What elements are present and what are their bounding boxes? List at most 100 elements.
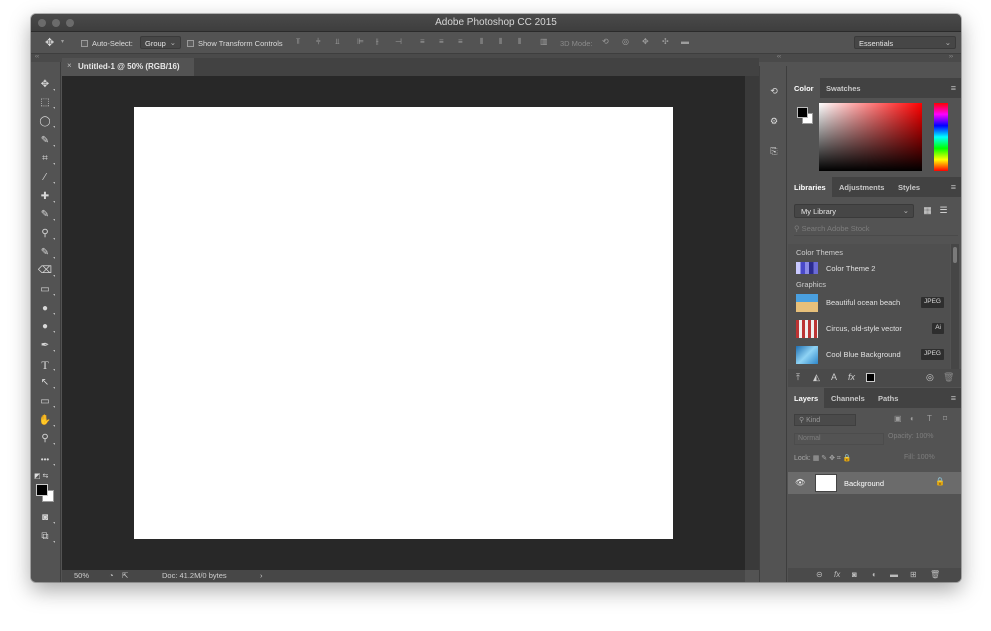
grid-view-icon[interactable]: ▦ xyxy=(922,205,933,216)
link-layers-icon[interactable]: ⊝ xyxy=(816,570,823,579)
blend-mode-dropdown[interactable]: Normal xyxy=(794,433,884,445)
marquee-tool-icon[interactable]: ⬚ xyxy=(37,96,55,110)
fill-field[interactable]: Fill: 100% xyxy=(904,454,935,461)
lock-transparent-icon[interactable]: ▦ xyxy=(813,455,820,462)
screen-mode-icon[interactable]: ⧉ xyxy=(37,530,55,544)
status-info-icon[interactable]: ◔ xyxy=(109,571,114,580)
collapse-panels-icon[interactable]: ›› xyxy=(949,54,953,60)
align-hcenter-icon[interactable]: ⫲ xyxy=(376,37,379,47)
zoom-tool-icon[interactable]: ⚲ xyxy=(37,432,55,446)
adjustment-layer-icon[interactable]: ◐ xyxy=(872,570,877,579)
add-layer-style-icon[interactable]: fx xyxy=(848,372,855,382)
path-selection-tool-icon[interactable]: ↖ xyxy=(37,376,55,390)
history-brush-tool-icon[interactable]: ✎ xyxy=(37,246,55,260)
layer-row[interactable]: 👁 Background 🔒 xyxy=(788,472,961,494)
distribute-bottom-icon[interactable]: ≡ xyxy=(458,37,463,46)
delete-layer-icon[interactable]: 🗑 xyxy=(930,570,940,579)
align-left-icon[interactable]: ⊫ xyxy=(357,37,364,46)
lock-artboard-icon[interactable]: ⌗ xyxy=(837,455,841,462)
eraser-tool-icon[interactable]: ⌫ xyxy=(37,264,55,278)
character-panel-icon[interactable]: ⎘ xyxy=(767,146,781,160)
stock-search-input[interactable]: ⚲ Search Adobe Stock xyxy=(794,224,958,236)
collapse-toolbar-icon[interactable]: ‹‹ xyxy=(35,54,39,60)
upload-icon[interactable]: ⤒ xyxy=(796,372,800,383)
creative-cloud-icon[interactable]: ◎ xyxy=(926,372,934,383)
clone-stamp-tool-icon[interactable]: ⚲ xyxy=(37,227,55,241)
3d-scale-icon[interactable]: ▬ xyxy=(681,37,689,46)
add-color-icon[interactable] xyxy=(866,373,875,382)
document-canvas[interactable] xyxy=(134,107,673,539)
distribute-vcenter-icon[interactable]: ≡ xyxy=(439,37,444,46)
list-item[interactable]: Color Theme 2 xyxy=(788,258,950,280)
tab-layers[interactable]: Layers xyxy=(788,388,825,408)
tab-adjustments[interactable]: Adjustments xyxy=(833,177,890,197)
default-colors-icon[interactable]: ◩ ⇆ xyxy=(34,472,48,480)
filter-type-icon[interactable]: T xyxy=(927,414,932,423)
edit-toolbar-icon[interactable]: ••• xyxy=(37,453,55,467)
properties-panel-icon[interactable]: ⚙ xyxy=(767,116,781,130)
filter-adjustment-icon[interactable]: ◐ xyxy=(910,414,915,423)
new-group-icon[interactable]: ▬ xyxy=(890,570,898,579)
3d-roll-icon[interactable]: ◎ xyxy=(622,37,629,46)
auto-select-target-dropdown[interactable]: Group ⌄ xyxy=(140,36,181,49)
layer-style-icon[interactable]: fx xyxy=(834,570,840,579)
3d-slide-icon[interactable]: ✣ xyxy=(662,37,669,46)
align-top-icon[interactable]: ⫪ xyxy=(296,37,301,47)
trash-icon[interactable]: 🗑 xyxy=(943,372,954,383)
tab-libraries[interactable]: Libraries xyxy=(788,177,832,197)
add-character-style-icon[interactable]: A xyxy=(831,372,837,382)
tab-color[interactable]: Color xyxy=(788,78,820,98)
eyedropper-tool-icon[interactable]: ⁄ xyxy=(37,171,55,185)
quick-mask-icon[interactable]: ◙ xyxy=(37,511,55,525)
move-tool-icon[interactable]: ✥ xyxy=(37,78,55,92)
tab-paths[interactable]: Paths xyxy=(872,388,904,408)
align-bottom-icon[interactable]: ⫫ xyxy=(335,37,340,47)
foreground-color-chip[interactable] xyxy=(797,107,808,118)
color-picker-field[interactable] xyxy=(819,103,922,171)
tab-channels[interactable]: Channels xyxy=(825,388,871,408)
panel-menu-icon[interactable]: ≡ xyxy=(951,182,956,192)
hand-tool-icon[interactable]: ✋ xyxy=(37,414,55,428)
show-transform-checkbox[interactable]: Show Transform Controls xyxy=(187,37,283,49)
quick-selection-tool-icon[interactable]: ✎ xyxy=(37,134,55,148)
layer-filter-dropdown[interactable]: ⚲ Kind xyxy=(794,414,856,426)
pen-tool-icon[interactable]: ✒ xyxy=(37,339,55,353)
tab-swatches[interactable]: Swatches xyxy=(820,78,867,98)
document-vertical-scrollbar[interactable] xyxy=(745,76,759,570)
gradient-tool-icon[interactable]: ▭ xyxy=(37,283,55,297)
panel-menu-icon[interactable]: ≡ xyxy=(951,393,956,403)
filter-pixel-icon[interactable]: ▣ xyxy=(894,414,902,423)
align-right-icon[interactable]: ⊣ xyxy=(395,37,402,46)
expand-iconcol-icon[interactable]: ‹‹ xyxy=(777,54,781,60)
crop-tool-icon[interactable]: ⌗ xyxy=(37,152,55,166)
3d-rotate-icon[interactable]: ⟲ xyxy=(602,37,609,46)
healing-brush-tool-icon[interactable]: ✚ xyxy=(37,190,55,204)
lock-icon[interactable]: 🔒 xyxy=(935,477,945,486)
filter-shape-icon[interactable]: ⌑ xyxy=(943,414,947,423)
workspace-dropdown[interactable]: Essentials ⌄ xyxy=(854,36,956,49)
history-panel-icon[interactable]: ⟲ xyxy=(767,86,781,100)
visibility-eye-icon[interactable]: 👁 xyxy=(795,478,805,487)
opacity-field[interactable]: Opacity: 100% xyxy=(888,433,934,440)
layer-name[interactable]: Background xyxy=(844,479,884,488)
distribute-top-icon[interactable]: ≡ xyxy=(420,37,425,46)
share-icon[interactable]: ⇱ xyxy=(122,571,128,580)
brush-tool-icon[interactable]: ✎ xyxy=(37,208,55,222)
add-mask-icon[interactable]: ◙ xyxy=(852,570,857,579)
add-content-icon[interactable]: ◭ xyxy=(813,372,820,383)
lock-all-icon[interactable]: 🔒 xyxy=(843,455,852,462)
blur-tool-icon[interactable]: ● xyxy=(37,302,55,316)
chevron-down-icon[interactable]: ▾ xyxy=(61,38,64,45)
rectangle-tool-icon[interactable]: ▭ xyxy=(37,395,55,409)
3d-drag-icon[interactable]: ✥ xyxy=(642,37,649,46)
tab-styles[interactable]: Styles xyxy=(892,177,926,197)
list-item[interactable]: Cool Blue Background JPEG xyxy=(788,344,950,366)
lock-image-icon[interactable]: ✎ xyxy=(821,455,827,462)
zoom-level[interactable]: 50% xyxy=(74,571,89,580)
lasso-tool-icon[interactable]: ◯ xyxy=(37,115,55,129)
foreground-color-swatch[interactable] xyxy=(36,484,48,496)
list-item[interactable]: Beautiful ocean beach JPEG xyxy=(788,292,950,314)
chevron-right-icon[interactable]: › xyxy=(260,571,263,580)
new-layer-icon[interactable]: ⊞ xyxy=(910,570,917,579)
move-tool-preset-icon[interactable]: ✥ xyxy=(45,36,54,49)
